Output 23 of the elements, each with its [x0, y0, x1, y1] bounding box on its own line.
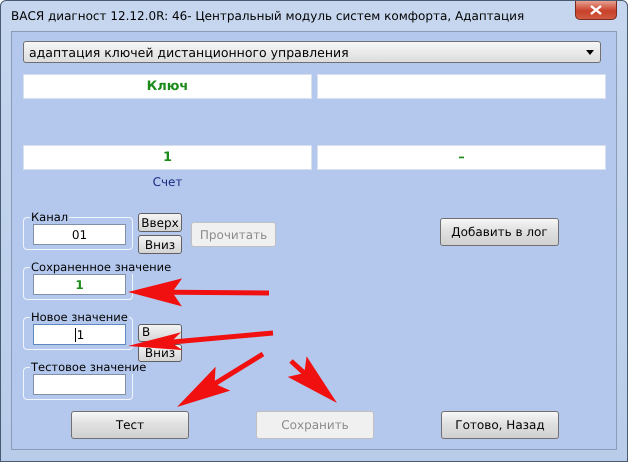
table-cell: 1 — [23, 145, 312, 170]
saved-value-field[interactable]: 1 — [33, 274, 126, 295]
done-back-button[interactable]: Готово, Назад — [441, 411, 559, 439]
table-cell: Ключ — [23, 74, 312, 99]
test-value-field[interactable] — [33, 374, 126, 395]
mode-dropdown[interactable]: адаптация ключей дистанционного управления — [23, 41, 601, 63]
group-label: Канал — [30, 210, 70, 224]
group-label: Новое значение — [30, 310, 129, 324]
down-button[interactable]: Вниз — [138, 235, 182, 254]
group-label: Тестовое значение — [30, 360, 148, 374]
new-value-field[interactable]: 1 — [33, 324, 126, 345]
channel-field[interactable]: 01 — [33, 224, 126, 245]
caret-icon — [586, 50, 594, 54]
table-cell: – — [317, 145, 606, 170]
window-title: ВАСЯ диагност 12.12.0R: 46- Центральный модуль систем комфорта, Адаптация — [11, 9, 524, 23]
group-label: Сохраненное значение — [30, 260, 172, 274]
close-button[interactable] — [575, 1, 617, 20]
up-button[interactable]: Вверх — [138, 213, 182, 232]
test-button[interactable]: Тест — [71, 411, 189, 439]
counter-caption: Счет — [152, 175, 182, 191]
add-to-log-button[interactable]: Добавить в лог — [440, 218, 559, 246]
close-icon — [590, 5, 602, 15]
arrow-annotation — [288, 356, 337, 403]
